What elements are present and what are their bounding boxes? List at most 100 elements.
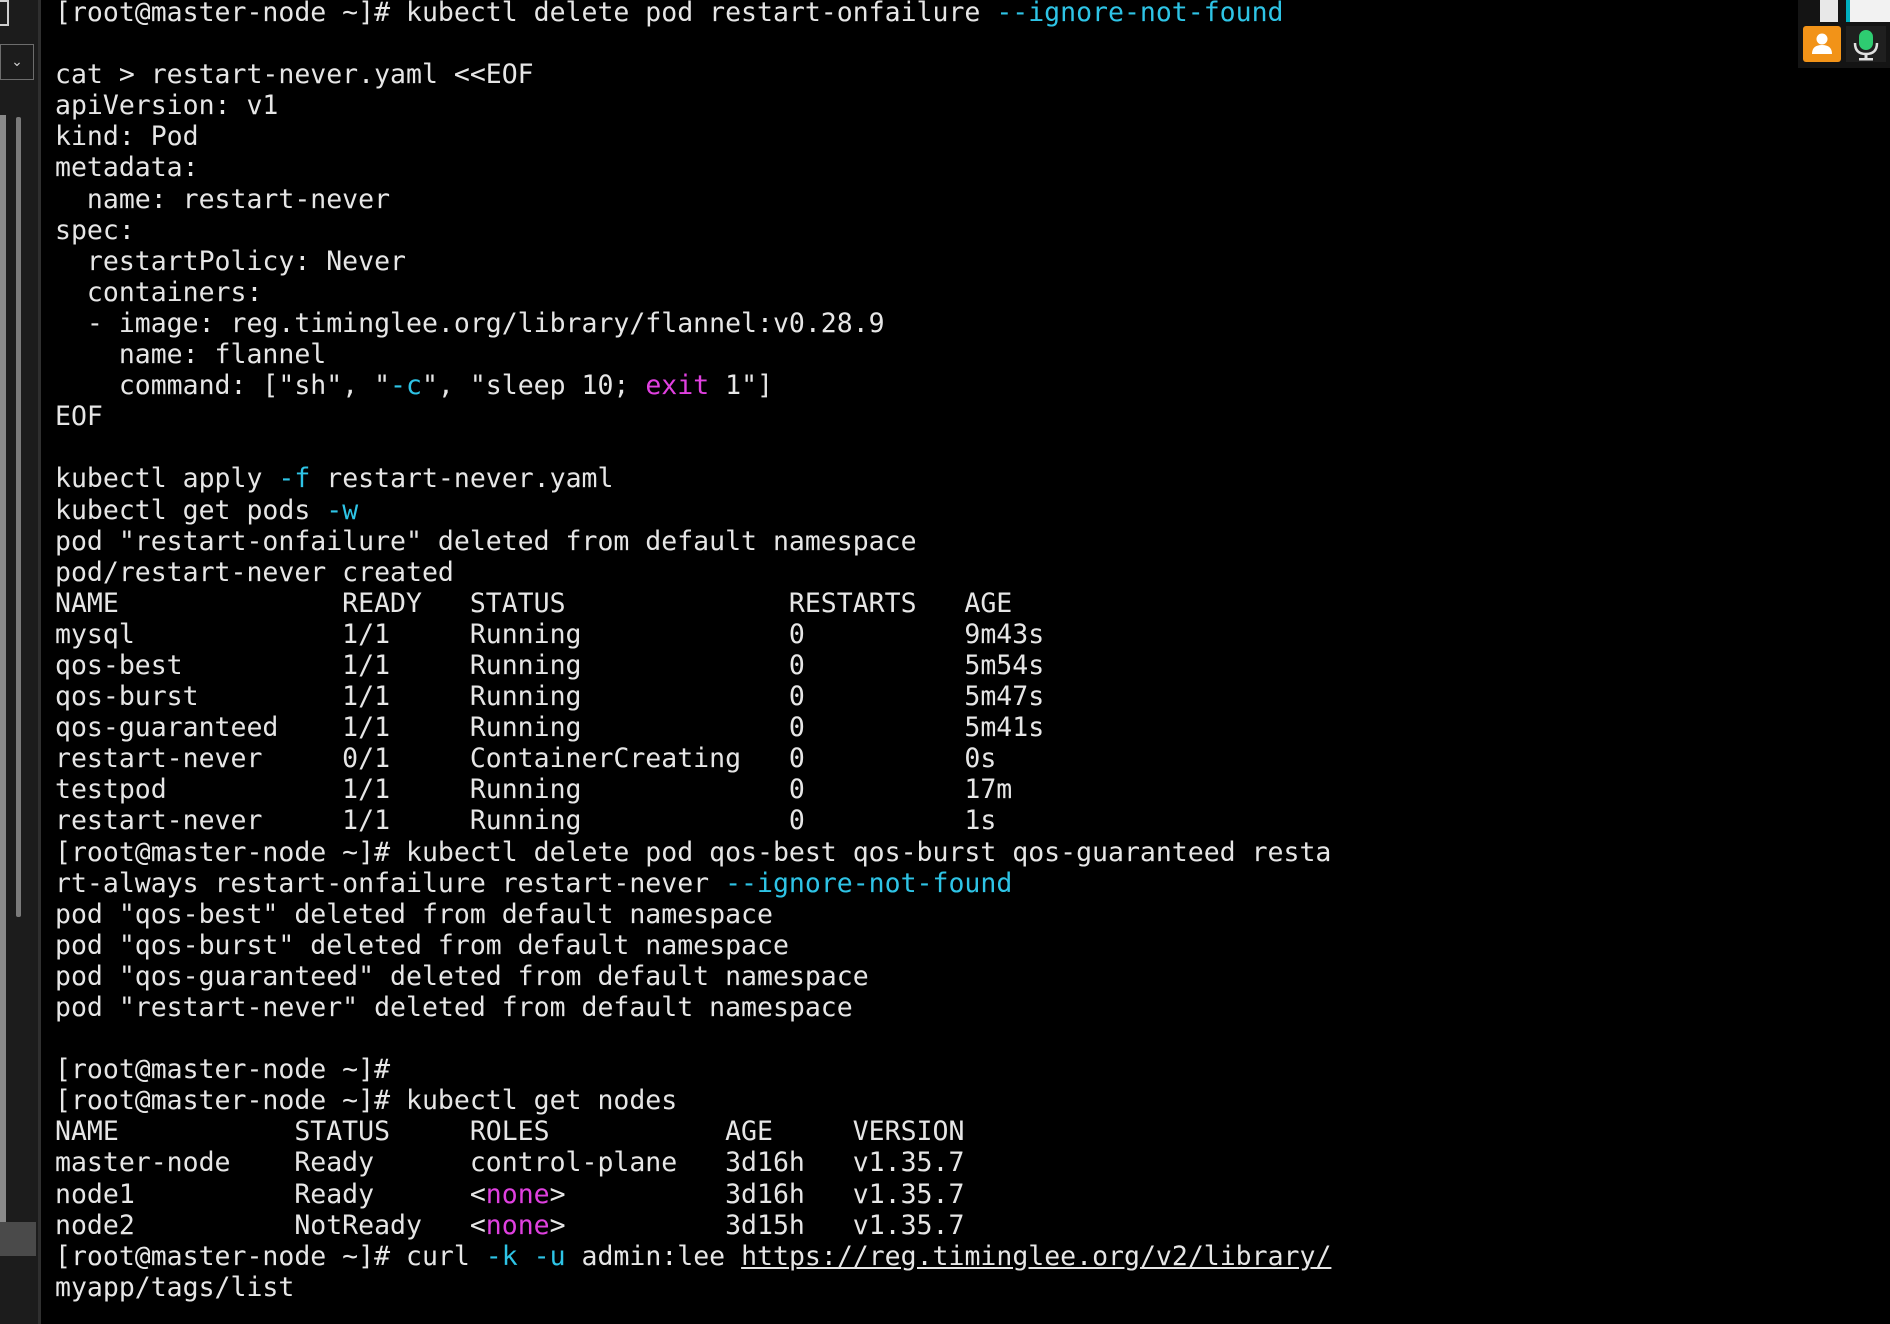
terminal-line: NAME READY STATUS RESTARTS AGE xyxy=(55,588,1815,619)
terminal-text: pod "qos-guaranteed" deleted from defaul… xyxy=(55,960,869,992)
terminal-line: rt-always restart-onfailure restart-neve… xyxy=(55,868,1815,899)
terminal-text: 1"] xyxy=(709,370,773,402)
terminal-text: restartPolicy: Never xyxy=(55,245,406,277)
terminal-line: kind: Pod xyxy=(55,121,1815,152)
terminal-text: restart-never 0/1 ContainerCreating 0 0s xyxy=(55,743,997,775)
terminal-line: metadata: xyxy=(55,152,1815,183)
terminal-text: -w xyxy=(326,494,359,526)
user-icon xyxy=(1812,33,1832,54)
terminal-line: restart-never 1/1 Running 0 1s xyxy=(55,805,1815,836)
terminal-line: kubectl get pods -w xyxy=(55,495,1815,526)
terminal-line: node1 Ready <none> 3d16h v1.35.7 xyxy=(55,1179,1815,1210)
terminal-line: restartPolicy: Never xyxy=(55,246,1815,277)
terminal-line: qos-burst 1/1 Running 0 5m47s xyxy=(55,681,1815,712)
terminal-line: pod "qos-burst" deleted from default nam… xyxy=(55,930,1815,961)
terminal-line: pod/restart-never created xyxy=(55,557,1815,588)
terminal-text: -f xyxy=(278,463,311,495)
terminal-text: cat > restart-never.yaml <<EOF xyxy=(55,59,534,91)
terminal-text: myapp/tags/list xyxy=(55,1271,295,1303)
panel-scroll-thumb[interactable] xyxy=(16,117,21,917)
floating-toolbar xyxy=(1798,0,1890,68)
terminal-window: ⌄ [root@master-node ~]# kubectl delete p… xyxy=(0,0,1890,1324)
user-button[interactable] xyxy=(1803,26,1841,62)
terminal-text: restart-never.yaml xyxy=(310,463,614,495)
terminal-text: qos-best 1/1 Running 0 5m54s xyxy=(55,649,1045,681)
terminal-text: > 3d15h v1.35.7 xyxy=(549,1209,965,1241)
panel-bottom-button[interactable] xyxy=(0,1222,36,1256)
terminal-text: mysql 1/1 Running 0 9m43s xyxy=(55,618,1045,650)
participant-thumbnail[interactable] xyxy=(1820,0,1838,22)
terminal-text: node2 NotReady < xyxy=(55,1209,486,1241)
terminal-text: NAME READY STATUS RESTARTS AGE xyxy=(55,587,1013,619)
collapse-button[interactable]: ⌄ xyxy=(0,44,34,80)
terminal-line: [root@master-node ~]# kubectl delete pod… xyxy=(55,0,1815,28)
panel-edge-mark xyxy=(0,0,9,26)
terminal-line: pod "qos-best" deleted from default name… xyxy=(55,899,1815,930)
terminal-line: [root@master-node ~]# curl -k -u admin:l… xyxy=(55,1241,1815,1272)
terminal-text: kind: Pod xyxy=(55,121,199,153)
terminal-text: none xyxy=(485,1209,550,1241)
terminal-line: master-node Ready control-plane 3d16h v1… xyxy=(55,1147,1815,1178)
terminal-line: [root@master-node ~]# kubectl get nodes xyxy=(55,1085,1815,1116)
terminal-line: spec: xyxy=(55,215,1815,246)
terminal-text: [root@master-node ~]# xyxy=(55,1054,391,1086)
terminal-text: pod "restart-onfailure" deleted from def… xyxy=(55,525,917,557)
terminal-text: -c xyxy=(390,370,422,402)
terminal-text: spec: xyxy=(55,214,135,246)
terminal-text: pod "qos-burst" deleted from default nam… xyxy=(55,929,789,961)
terminal-text: pod/restart-never created xyxy=(55,556,454,588)
terminal-text: pod "qos-best" deleted from default name… xyxy=(55,898,773,930)
terminal-text: [root@master-node ~]# kubectl get nodes xyxy=(55,1085,678,1117)
chevron-down-icon: ⌄ xyxy=(11,54,23,70)
panel-divider xyxy=(38,0,41,1324)
terminal-text: admin:lee xyxy=(565,1240,742,1272)
terminal-text: testpod 1/1 Running 0 17m xyxy=(55,774,1013,806)
terminal-text: -k xyxy=(485,1240,518,1272)
terminal-line: - image: reg.timinglee.org/library/flann… xyxy=(55,308,1815,339)
terminal-line: name: restart-never xyxy=(55,184,1815,215)
terminal-link[interactable]: https://reg.timinglee.org/v2/library/ xyxy=(741,1241,1331,1272)
terminal-text: [root@master-node ~]# kubectl delete pod… xyxy=(55,836,1332,868)
terminal-text: name: flannel xyxy=(55,339,327,371)
terminal-text: qos-guaranteed 1/1 Running 0 5m41s xyxy=(55,712,1045,744)
terminal-text: kubectl get pods xyxy=(55,494,327,526)
terminal-line: kubectl apply -f restart-never.yaml xyxy=(55,463,1815,494)
terminal-line: NAME STATUS ROLES AGE VERSION xyxy=(55,1116,1815,1147)
terminal-text: NAME STATUS ROLES AGE VERSION xyxy=(55,1116,965,1148)
terminal-text: apiVersion: v1 xyxy=(55,90,279,122)
microphone-button[interactable] xyxy=(1846,26,1886,62)
terminal-text: name: restart-never xyxy=(55,183,391,215)
terminal-text: qos-burst 1/1 Running 0 5m47s xyxy=(55,681,1045,713)
terminal-line: pod "qos-guaranteed" deleted from defaul… xyxy=(55,961,1815,992)
terminal-line: [root@master-node ~]# kubectl delete pod… xyxy=(55,837,1815,868)
terminal-text: containers: xyxy=(55,276,263,308)
terminal-line: cat > restart-never.yaml <<EOF xyxy=(55,59,1815,90)
terminal-text: rt-always restart-onfailure restart-neve… xyxy=(55,867,726,899)
panel-scrollbar[interactable] xyxy=(0,115,6,1255)
terminal-text: [root@master-node ~]# kubectl delete pod… xyxy=(55,0,997,28)
side-panel: ⌄ xyxy=(0,0,41,1324)
terminal-line: testpod 1/1 Running 0 17m xyxy=(55,774,1815,805)
terminal-text: master-node Ready control-plane 3d16h v1… xyxy=(55,1147,965,1179)
terminal-text: > 3d16h v1.35.7 xyxy=(549,1178,965,1210)
terminal-line: restart-never 0/1 ContainerCreating 0 0s xyxy=(55,743,1815,774)
terminal-text: command: ["sh", " xyxy=(55,370,391,402)
terminal-line: command: ["sh", "-c", "sleep 10; exit 1"… xyxy=(55,370,1815,401)
terminal-line: node2 NotReady <none> 3d15h v1.35.7 xyxy=(55,1210,1815,1241)
terminal-line: [root@master-node ~]# xyxy=(55,1054,1815,1085)
terminal-line: name: flannel xyxy=(55,339,1815,370)
terminal-text: none xyxy=(485,1178,550,1210)
terminal-text: metadata: xyxy=(55,152,199,184)
terminal-line: qos-guaranteed 1/1 Running 0 5m41s xyxy=(55,712,1815,743)
terminal-line: apiVersion: v1 xyxy=(55,90,1815,121)
terminal-text: kubectl apply xyxy=(55,463,279,495)
terminal-text: EOF xyxy=(55,401,103,433)
terminal-output[interactable]: [root@master-node ~]# kubectl delete pod… xyxy=(55,0,1815,1303)
terminal-text: node1 Ready < xyxy=(55,1178,486,1210)
shared-screen-thumbnail[interactable] xyxy=(1846,0,1890,22)
terminal-line: myapp/tags/list xyxy=(55,1272,1815,1303)
terminal-text: --ignore-not-found xyxy=(725,867,1013,899)
